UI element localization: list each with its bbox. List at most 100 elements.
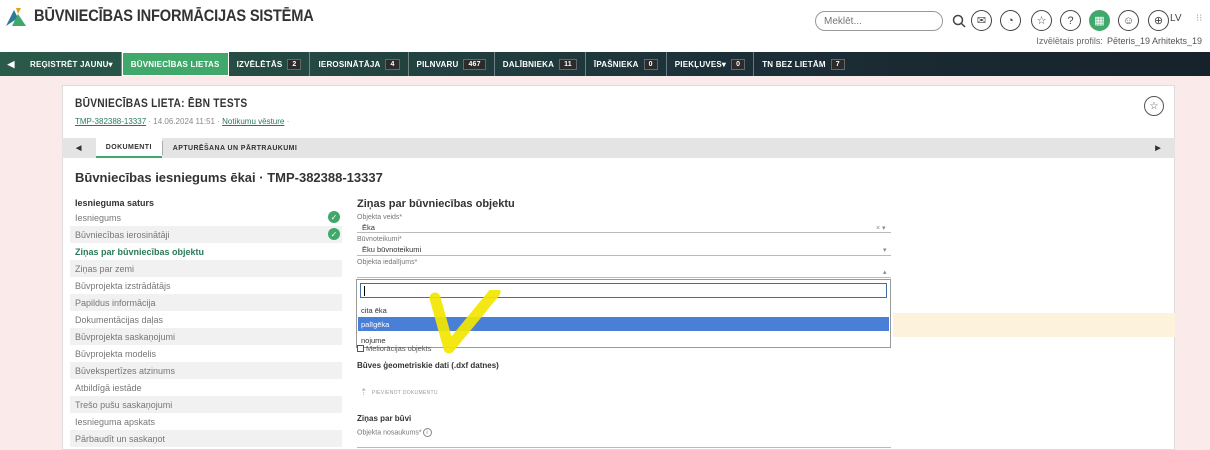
language-selector[interactable]: LV	[1170, 13, 1182, 24]
check-icon: ✓	[328, 228, 340, 240]
sidebar-item-label: Atbildīgā iestāde	[75, 382, 142, 393]
nav-tn-without-cases[interactable]: TN BEZ LIETĀM 7	[754, 52, 853, 76]
chevron-up-icon[interactable]: ▴	[883, 268, 887, 276]
upload-document-button[interactable]: ⇡ PIEVIENOT DOKUMENTU	[360, 387, 438, 398]
main-nav: ◀ REĢISTRĒT JAUNU▾ BŪVNIECĪBAS LIETAS IZ…	[0, 52, 1210, 76]
sidebar-item-project-author[interactable]: Būvprojekta izstrādātājs	[70, 277, 342, 294]
case-id-link[interactable]: TMP-382388-13337	[75, 117, 146, 126]
nav-participant[interactable]: DALĪBNIEKA 11	[495, 52, 586, 76]
tabs-next-icon[interactable]: ▶	[1141, 138, 1175, 158]
globe-icon[interactable]: ⊕	[1148, 10, 1169, 31]
separator: ·	[148, 117, 152, 126]
sidebar-item-object-info[interactable]: Ziņas par būvniecības objektu	[70, 243, 342, 260]
tab-suspension[interactable]: APTURĒŠANA UN PĀRTRAUKUMI	[163, 138, 307, 158]
sidebar-item-documentation-parts[interactable]: Dokumentācijas daļas	[70, 311, 342, 328]
sidebar-item-label: Ziņas par būvniecības objektu	[75, 246, 205, 257]
info-banner	[893, 313, 1175, 337]
dropdown-option-highlighted[interactable]: palīgēka	[358, 317, 889, 331]
search-input[interactable]	[815, 11, 943, 31]
star-icon[interactable]: ☆	[1031, 10, 1052, 31]
favorite-star-icon[interactable]: ☆	[1144, 96, 1164, 116]
sidebar-item-project-model[interactable]: Būvprojekta modelis	[70, 345, 342, 362]
search-icon[interactable]	[948, 10, 969, 31]
construction-rules-label: Būvnoteikumi*	[357, 236, 402, 243]
nav-badge: 7	[830, 58, 845, 70]
sidebar-item-label: Dokumentācijas daļas	[75, 314, 164, 325]
case-title: BŪVNIECĪBAS LIETA: ĒBN TESTS	[75, 96, 248, 110]
nav-owner[interactable]: ĪPAŠNIEKA 0	[586, 52, 667, 76]
sidebar-item-responsible-institution[interactable]: Atbildīgā iestāde	[70, 379, 342, 396]
sidebar-heading: Iesnieguma saturs	[75, 198, 155, 208]
apps-icon[interactable]: ▦	[1089, 10, 1110, 31]
mail-icon[interactable]: ✉	[971, 10, 992, 31]
sidebar-item-label: Būvprojekta izstrādātājs	[75, 280, 171, 291]
separator: ·	[286, 117, 290, 126]
logo[interactable]: BŪVNIECĪBAS INFORMĀCIJAS SISTĒMA	[4, 4, 359, 28]
sidebar-item-land-info[interactable]: Ziņas par zemi	[70, 260, 342, 277]
top-bar: BŪVNIECĪBAS INFORMĀCIJAS SISTĒMA ✉ ◔ ☆ ?…	[0, 0, 1210, 46]
nav-badge: 2	[287, 58, 302, 70]
object-division-label: Objekta iedalījums*	[357, 259, 418, 266]
sidebar-item-check-approve[interactable]: Pārbaudīt un saskaņot	[70, 430, 342, 447]
sidebar-item-application[interactable]: Iesniegums ✓	[70, 209, 342, 226]
nav-back-icon[interactable]: ◀	[0, 52, 22, 76]
upload-label: PIEVIENOT DOKUMENTU	[371, 389, 438, 396]
nav-badge: 467	[463, 58, 486, 70]
sidebar-item-label: Trešo pušu saskaņojumi	[75, 399, 173, 410]
user-icon[interactable]: ☺	[1118, 10, 1139, 31]
more-icon[interactable]: ⁝⁝	[1196, 13, 1202, 24]
sidebar-item-expert-opinion[interactable]: Būvekspertīzes atzinums	[70, 362, 342, 379]
object-type-value[interactable]: Ēka	[362, 223, 375, 232]
division-dropdown[interactable]: cita ēka palīgēka nojume	[356, 279, 891, 348]
sidebar-item-label: Būvprojekta modelis	[75, 348, 157, 359]
chevron-down-icon[interactable]: ▾	[883, 246, 887, 254]
tab-documents[interactable]: DOKUMENTI	[95, 138, 162, 158]
nav-badge: 0	[643, 58, 658, 70]
dropdown-option[interactable]: cita ēka	[358, 303, 889, 317]
profile-info: Izvēlētais profils: Pēteris_19 Arhitekts_…	[1036, 36, 1202, 46]
logo-icon	[4, 4, 28, 28]
nav-initiator[interactable]: IEROSINĀTĀJA 4	[310, 52, 409, 76]
sidebar-item-initiators[interactable]: Būvniecības ierosinātāji ✓	[70, 226, 342, 243]
sidebar-item-label: Papildus informācija	[75, 297, 156, 308]
text-cursor	[364, 286, 365, 296]
info-icon[interactable]: i	[422, 428, 432, 437]
nav-badge: 0	[731, 58, 746, 70]
sidebar-item-additional-info[interactable]: Papildus informācija	[70, 294, 342, 311]
tab-bar: ◀ DOKUMENTI APTURĒŠANA UN PĀRTRAUKUMI ▶	[62, 138, 1175, 158]
nav-register-new[interactable]: REĢISTRĒT JAUNU▾	[22, 52, 122, 76]
form-title: Ziņas par būvniecības objektu	[357, 198, 515, 210]
nav-selected[interactable]: IZVĒLĒTĀS 2	[229, 52, 311, 76]
melioration-checkbox[interactable]	[357, 345, 364, 352]
object-type-clear-icon[interactable]: × ▾	[876, 224, 886, 232]
construction-rules-value[interactable]: Ēku būvnoteikumi	[362, 245, 421, 254]
sidebar-item-label: Pārbaudīt un saskaņot	[75, 433, 166, 444]
melioration-checkbox-row[interactable]: Meliorācijas objekts	[357, 344, 431, 353]
object-type-label: Objekta veids*	[357, 214, 403, 221]
sidebar-item-project-approvals[interactable]: Būvprojekta saskaņojumi	[70, 328, 342, 345]
notification-icon[interactable]: ◔	[1000, 10, 1021, 31]
case-date: 14.06.2024 11:51	[153, 117, 215, 126]
building-info-title: Ziņas par būvi	[357, 414, 412, 423]
sidebar-item-label: Iesniegums	[75, 212, 122, 223]
field-underline	[357, 232, 891, 233]
profile-label: Izvēlētais profils:	[1036, 36, 1103, 46]
page-title: Būvniecības iesniegums ēkai · TMP-382388…	[75, 170, 383, 185]
nav-construction-cases[interactable]: BŪVNIECĪBAS LIETAS	[121, 52, 229, 76]
nav-access[interactable]: PIEKĻUVES▾ 0	[667, 52, 755, 76]
nav-badge: 11	[559, 58, 577, 70]
history-link[interactable]: Notikumu vēsture	[222, 117, 284, 126]
object-name-label: Objekta nosaukums* i	[357, 428, 432, 437]
check-icon: ✓	[328, 211, 340, 223]
nav-badge: 4	[385, 58, 400, 70]
sidebar-item-review[interactable]: Iesnieguma apskats	[70, 413, 342, 430]
tabs-prev-icon[interactable]: ◀	[62, 138, 96, 158]
nav-authorization[interactable]: PILNVARU 467	[409, 52, 495, 76]
dropdown-search-input[interactable]	[360, 283, 887, 298]
geo-data-title: Būves ģeometriskie dati (.dxf datnes)	[357, 361, 499, 370]
sidebar-item-label: Būvniecības ierosinātāji	[75, 229, 170, 240]
help-icon[interactable]: ?	[1060, 10, 1081, 31]
sidebar-item-third-party-approvals[interactable]: Trešo pušu saskaņojumi	[70, 396, 342, 413]
profile-name[interactable]: Pēteris_19 Arhitekts_19	[1107, 36, 1202, 46]
dropdown-option[interactable]: nojume	[358, 333, 889, 347]
